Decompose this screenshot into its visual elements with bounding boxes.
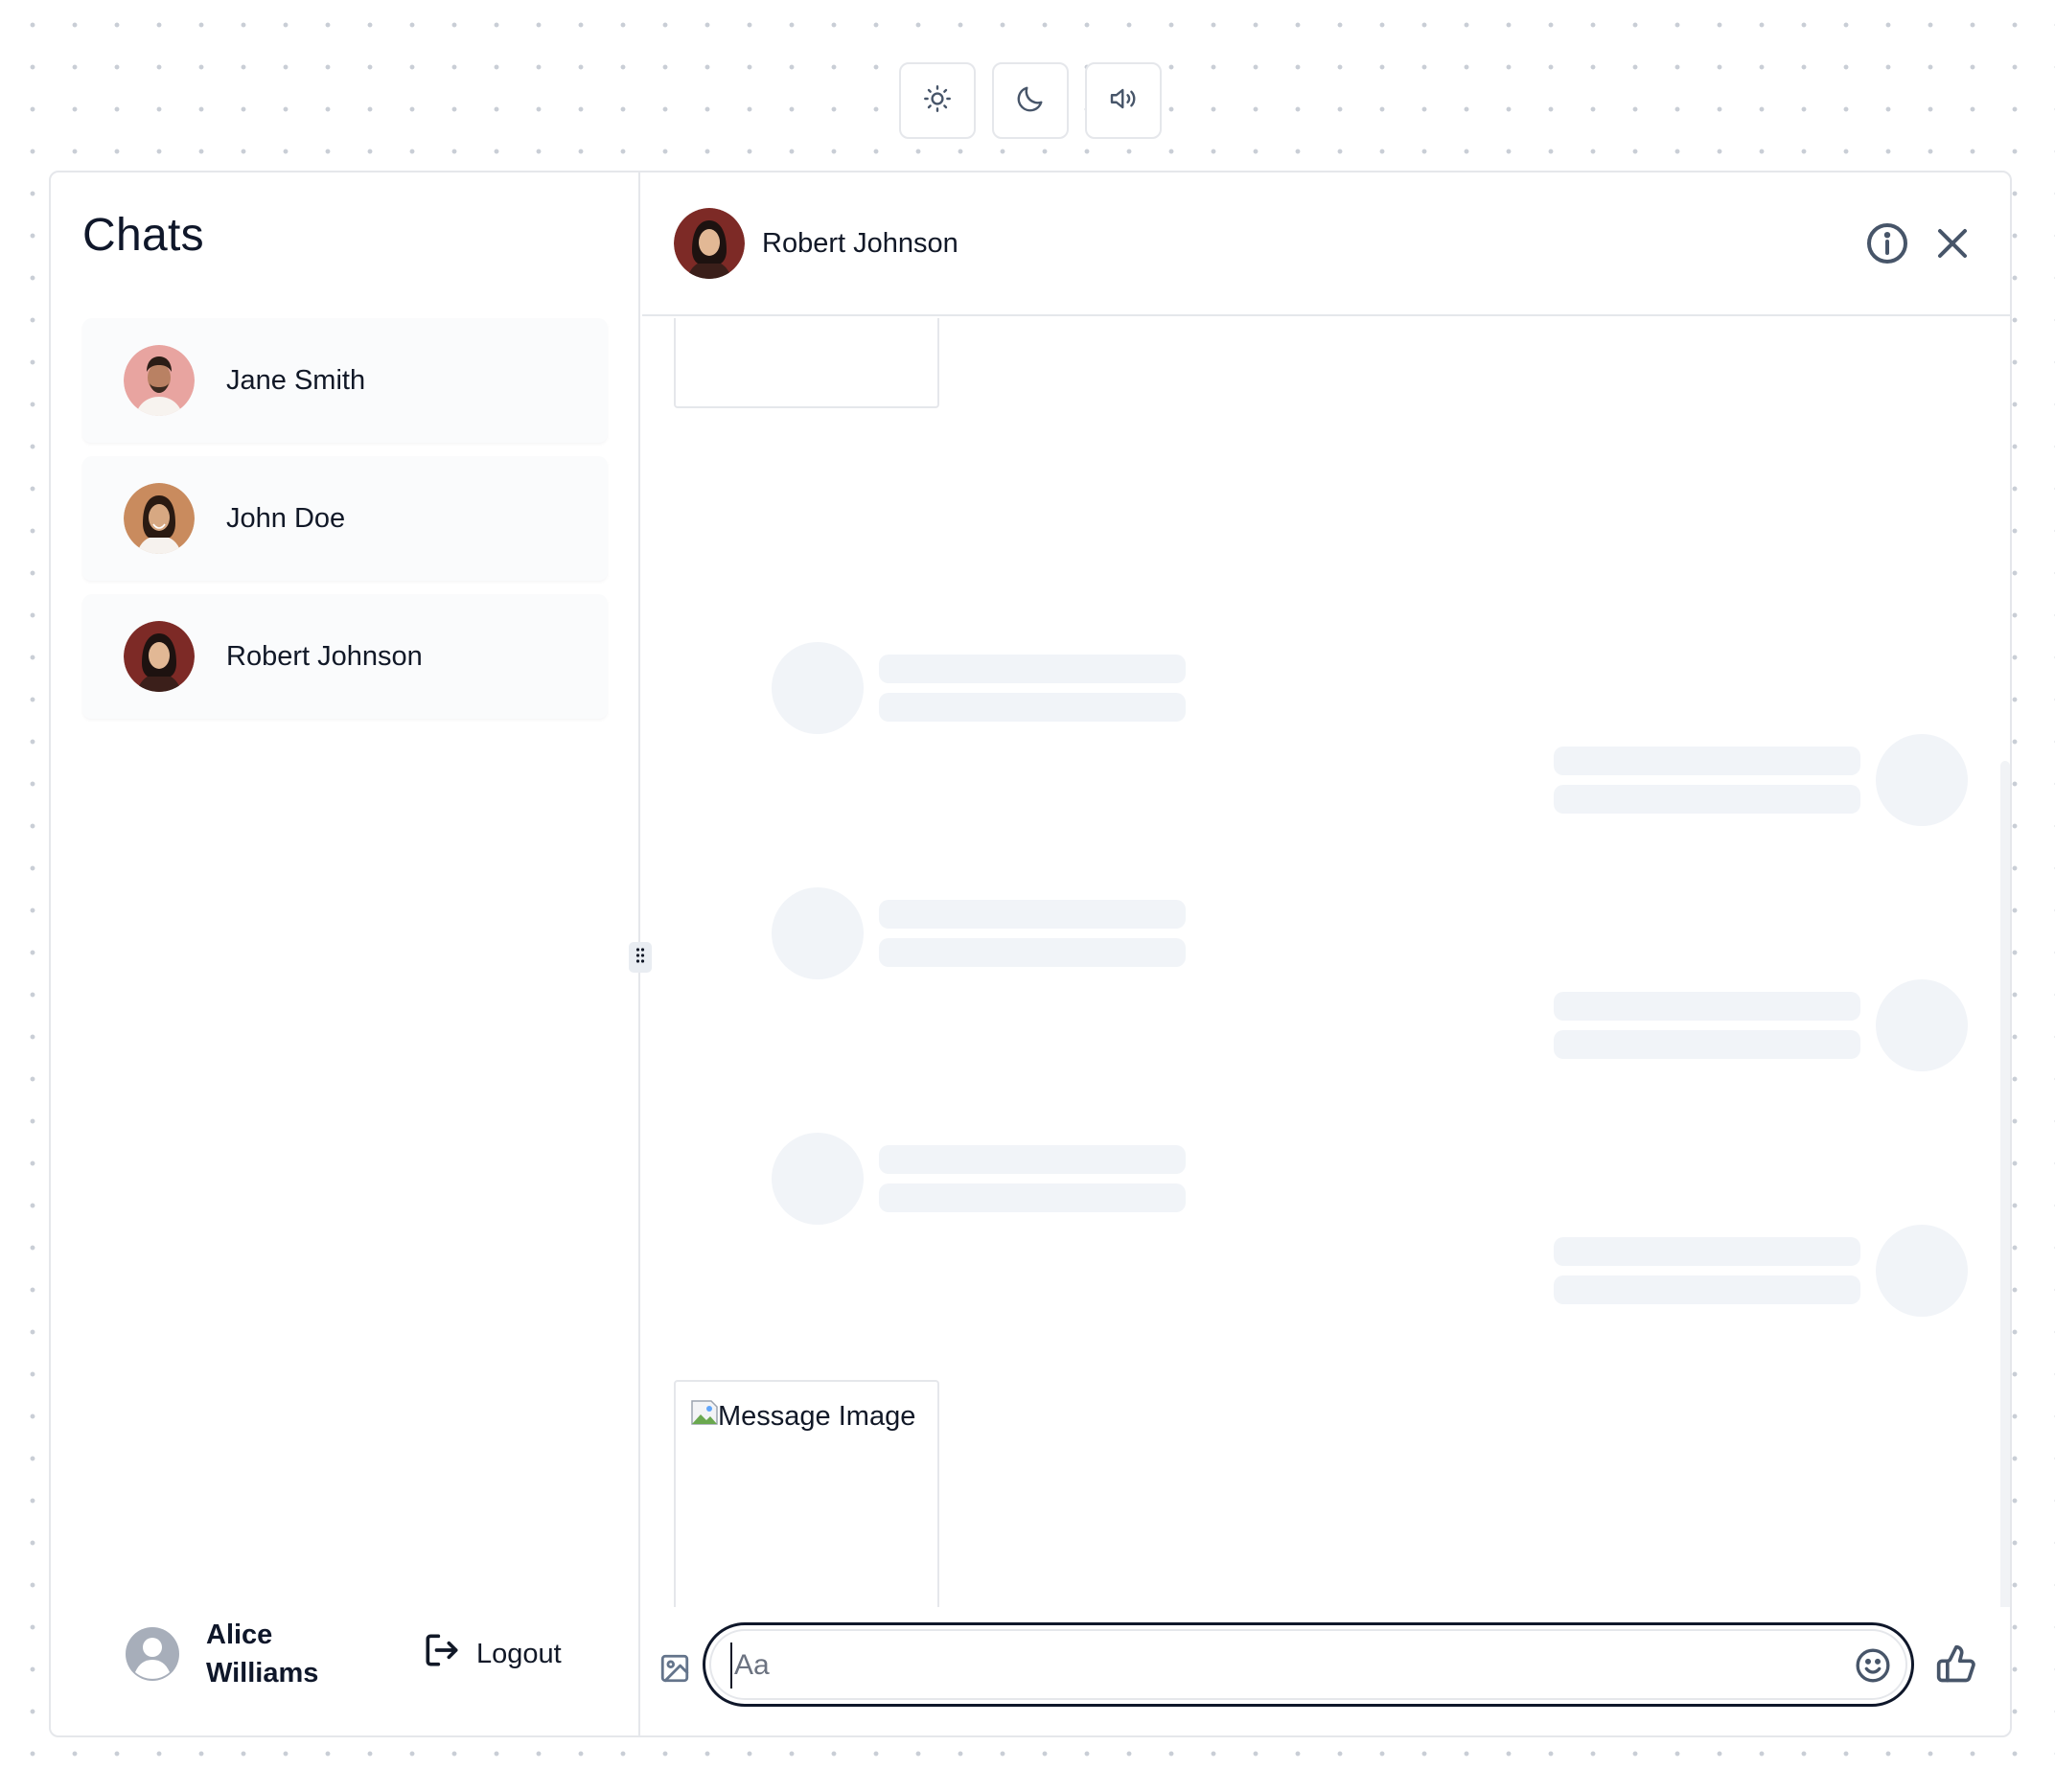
message-input-container [703, 1622, 1914, 1707]
chat-list: Jane Smith John Doe Robert Johnson [82, 318, 608, 732]
chat-item-name: Robert Johnson [226, 640, 423, 672]
logout-button[interactable]: Logout [407, 1629, 562, 1679]
image-message[interactable]: Message Image [674, 1380, 939, 1607]
image-message[interactable] [674, 318, 939, 408]
sidebar: Chats Jane Smith John Doe Robert Johnson… [51, 172, 640, 1735]
image-alt-text: Message Image [718, 1400, 916, 1432]
conversation-header: Robert Johnson [642, 172, 2010, 316]
contact-name: Robert Johnson [762, 227, 958, 259]
avatar [124, 621, 195, 692]
chat-app-window: Chats Jane Smith John Doe Robert Johnson… [49, 171, 2012, 1737]
message-skeleton [772, 887, 1186, 979]
message-skeleton [772, 642, 1186, 734]
user-placeholder-icon [126, 1627, 179, 1681]
current-user-name: Alice Williams [206, 1620, 319, 1689]
logout-label: Logout [476, 1638, 562, 1669]
message-skeleton [772, 1133, 1186, 1225]
message-skeleton [1554, 734, 1968, 826]
broken-image: Message Image [691, 1397, 915, 1436]
chat-item-jane-smith[interactable]: Jane Smith [82, 318, 608, 443]
volume-icon [1106, 81, 1141, 121]
light-mode-button[interactable] [899, 62, 976, 139]
chat-item-name: Jane Smith [226, 364, 366, 396]
theme-toolbar [899, 62, 1162, 139]
message-skeleton [1554, 979, 1968, 1071]
moon-icon [1013, 81, 1048, 121]
chat-item-john-doe[interactable]: John Doe [82, 456, 608, 581]
sidebar-title: Chats [82, 210, 204, 261]
message-composer [642, 1603, 2010, 1735]
message-input[interactable] [730, 1643, 1833, 1689]
scrollbar[interactable] [2000, 761, 2010, 1607]
info-icon[interactable] [1864, 220, 1910, 266]
sun-icon [920, 81, 955, 121]
logout-icon [421, 1629, 463, 1679]
broken-image-icon [689, 1397, 720, 1436]
sound-toggle-button[interactable] [1085, 62, 1162, 139]
header-actions [1864, 220, 1975, 266]
current-user-footer: Alice Williams Logout [126, 1611, 605, 1697]
chat-item-robert-johnson[interactable]: Robert Johnson [82, 594, 608, 719]
conversation-panel: Robert Johnson Message Image Aa [642, 172, 2010, 1735]
message-list: Message Image [642, 318, 2010, 1607]
avatar [124, 483, 195, 554]
contact-avatar [674, 208, 745, 279]
dark-mode-button[interactable] [992, 62, 1069, 139]
emoji-icon[interactable] [1854, 1646, 1892, 1685]
image-icon[interactable] [658, 1652, 691, 1685]
message-skeleton [1554, 1225, 1968, 1317]
avatar [124, 345, 195, 416]
thumbs-up-icon[interactable] [1935, 1643, 1977, 1686]
close-icon[interactable] [1929, 220, 1975, 266]
chat-item-name: John Doe [226, 502, 346, 534]
